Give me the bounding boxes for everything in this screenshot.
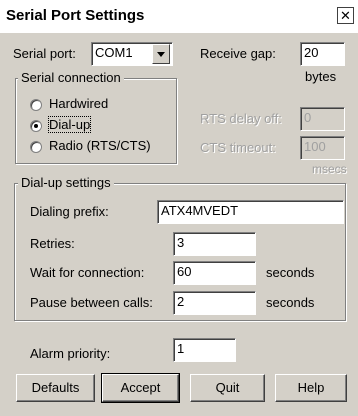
- radio-dialup-label[interactable]: Dial-up: [47, 116, 92, 133]
- cts-timeout-label: CTS timeout:: [200, 140, 276, 155]
- defaults-button[interactable]: Defaults: [16, 374, 95, 402]
- radio-radio-rts-cts-label[interactable]: Radio (RTS/CTS): [49, 138, 151, 153]
- close-icon: ✕: [340, 8, 351, 23]
- receive-gap-unit: bytes: [305, 69, 337, 84]
- chevron-down-icon[interactable]: [152, 44, 170, 64]
- accept-button[interactable]: Accept: [101, 373, 180, 403]
- window-title: Serial Port Settings: [6, 7, 145, 24]
- serial-port-value: COM1: [95, 45, 133, 60]
- dialing-prefix-label: Dialing prefix:: [30, 204, 109, 219]
- radio-hardwired-label[interactable]: Hardwired: [49, 96, 108, 111]
- cts-timeout-unit: msecs: [312, 162, 347, 176]
- dialup-settings-label: Dial-up settings: [18, 175, 114, 190]
- help-button[interactable]: Help: [275, 374, 347, 402]
- wait-for-connection-unit: seconds: [266, 265, 315, 280]
- quit-button[interactable]: Quit: [190, 374, 265, 402]
- rts-delay-off-input[interactable]: 0: [300, 107, 345, 131]
- pause-between-calls-input[interactable]: 2: [173, 291, 256, 315]
- serial-port-select[interactable]: COM1: [91, 42, 173, 66]
- radio-hardwired[interactable]: [30, 99, 42, 111]
- serial-connection-label: Serial connection: [18, 70, 124, 85]
- retries-label: Retries:: [30, 236, 75, 251]
- radio-radio-rts-cts[interactable]: [30, 141, 42, 153]
- retries-input[interactable]: 3: [173, 232, 256, 256]
- dialing-prefix-input[interactable]: ATX4MVEDT: [157, 200, 344, 224]
- pause-between-calls-label: Pause between calls:: [30, 295, 153, 310]
- close-button[interactable]: ✕: [337, 7, 354, 24]
- alarm-priority-input[interactable]: 1: [173, 338, 236, 362]
- radio-dialup[interactable]: [30, 120, 42, 132]
- serial-port-label: Serial port:: [13, 46, 76, 61]
- rts-delay-off-label: RTS delay off:: [200, 111, 282, 126]
- receive-gap-input[interactable]: 20: [300, 42, 345, 66]
- wait-for-connection-input[interactable]: 60: [173, 261, 256, 285]
- pause-between-calls-unit: seconds: [266, 295, 315, 310]
- receive-gap-label: Receive gap:: [200, 46, 276, 61]
- wait-for-connection-label: Wait for connection:: [30, 265, 145, 280]
- cts-timeout-input[interactable]: 100: [300, 136, 345, 160]
- alarm-priority-label: Alarm priority:: [30, 346, 111, 361]
